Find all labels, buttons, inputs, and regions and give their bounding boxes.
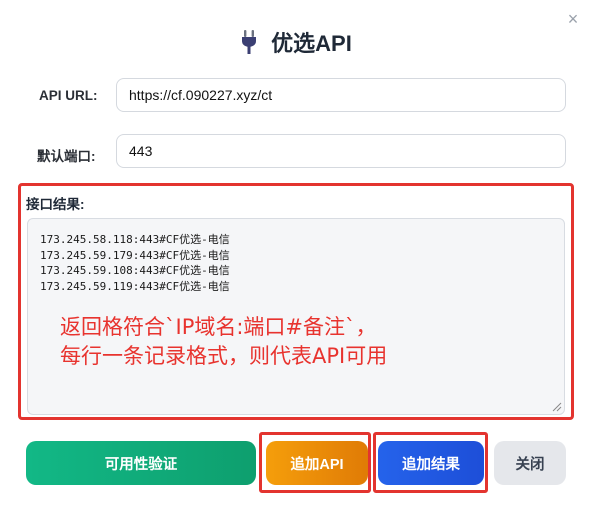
result-label: 接口结果: — [26, 197, 85, 212]
dialog-title: 优选API — [271, 31, 352, 56]
api-url-input[interactable]: https://cf.090227.xyz/ct — [116, 78, 566, 112]
port-label: 默认端口: — [37, 149, 96, 164]
add-result-highlight — [373, 432, 488, 493]
result-line: 173.245.59.108:443#CF优选-电信 — [40, 264, 230, 277]
result-lines: 173.245.58.118:443#CF优选-电信 173.245.59.179… — [40, 232, 230, 294]
plug-icon — [242, 30, 257, 54]
verify-button[interactable]: 可用性验证 — [26, 441, 256, 485]
add-api-highlight — [259, 432, 371, 493]
result-line: 173.245.59.179:443#CF优选-电信 — [40, 248, 230, 262]
resize-grip-icon[interactable] — [552, 402, 562, 412]
port-input[interactable]: 443 — [116, 134, 566, 168]
annotation-line: 返回格符合`IP域名:端口#备注`， — [60, 315, 377, 339]
close-button[interactable]: 关闭 — [494, 441, 566, 485]
annotation-line: 每行一条记录格式，则代表API可用 — [60, 344, 388, 368]
result-line: 173.245.58.118:443#CF优选-电信 — [40, 233, 230, 246]
result-line: 173.245.59.119:443#CF优选-电信 — [40, 279, 230, 293]
optimized-api-dialog: × 优选API API URL: https://cf.090227.xyz/c… — [0, 0, 591, 512]
format-annotation: 返回格符合`IP域名:端口#备注`， 每行一条记录格式，则代表API可用 — [60, 313, 387, 371]
dialog-header: 优选API — [0, 26, 591, 58]
api-url-label: API URL: — [39, 88, 98, 103]
